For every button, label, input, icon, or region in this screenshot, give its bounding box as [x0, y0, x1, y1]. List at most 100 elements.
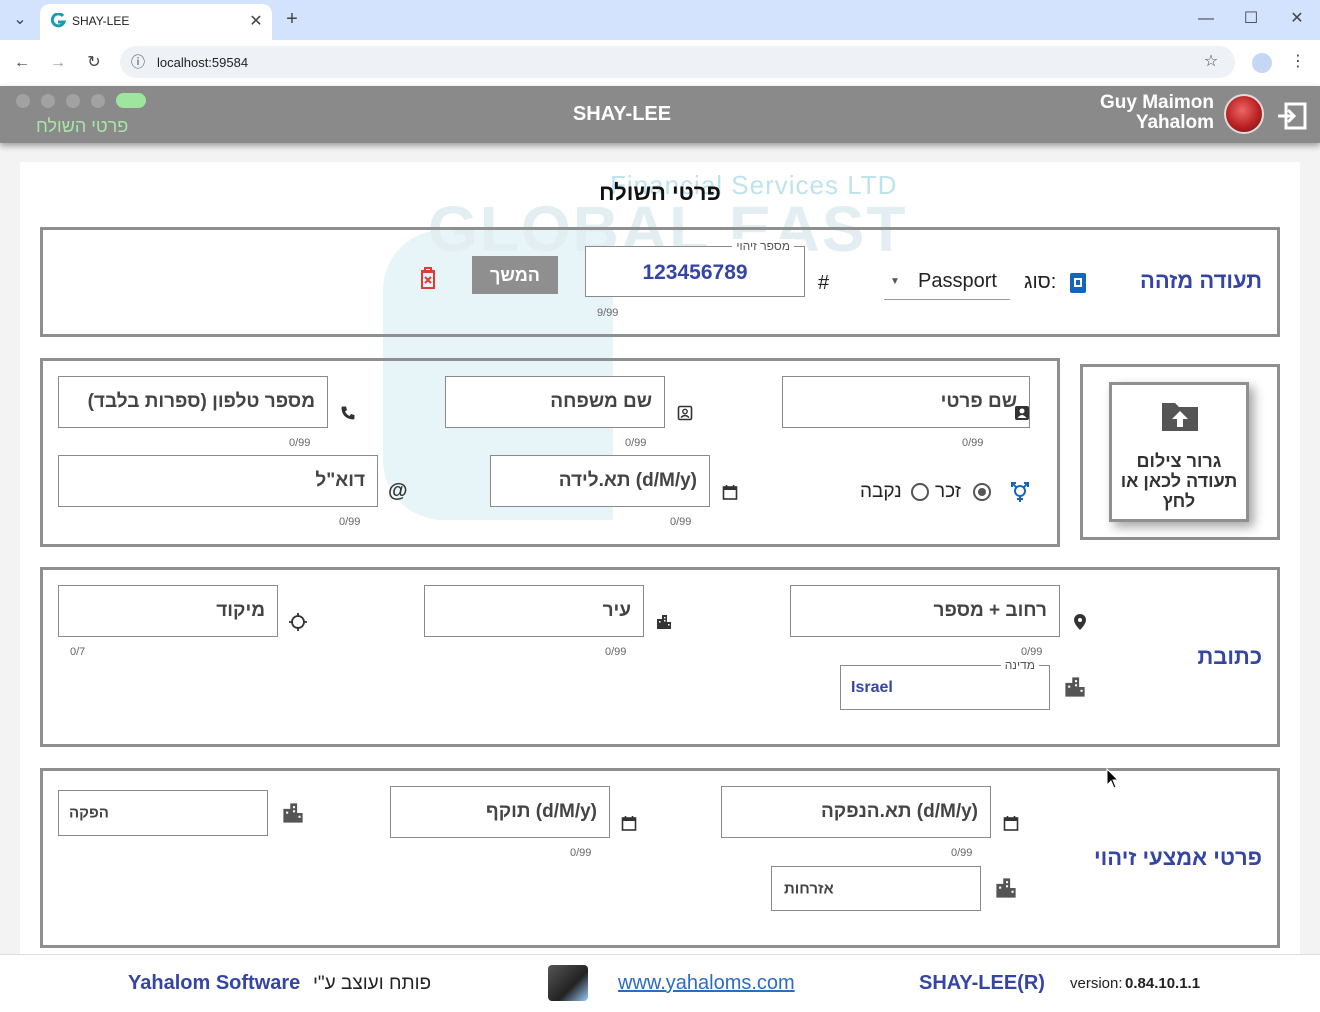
citizenship-field[interactable]: אזרחות [771, 866, 981, 911]
at-sign-icon: @ [388, 480, 408, 502]
logout-icon[interactable] [1276, 101, 1308, 131]
email-field[interactable]: דוא"ל [58, 455, 378, 507]
tab-search-icon[interactable]: ⌄ [10, 10, 30, 30]
male-radio[interactable] [973, 483, 991, 501]
bookmark-star-icon[interactable]: ☆ [1201, 52, 1221, 72]
city-field[interactable]: עיר [424, 585, 644, 637]
address-label: כתובת [1197, 644, 1262, 669]
street-placeholder: רחוב + מספר [933, 600, 1047, 621]
calendar-icon[interactable] [621, 815, 637, 831]
forward-icon[interactable]: → [48, 53, 68, 73]
website-link[interactable]: www.yahaloms.com [618, 972, 795, 995]
status-dot [66, 94, 80, 108]
user-last-name: Yahalom [1135, 112, 1214, 133]
country-field[interactable]: מדינה Israel [840, 658, 1050, 710]
version-label: version: [1070, 975, 1123, 992]
status-dot [91, 94, 105, 108]
menu-kebab-icon[interactable]: ⋮ [1288, 52, 1308, 72]
company-name: Yahalom Software [128, 972, 301, 994]
expiry-field[interactable]: תוקף (d/M/y) [390, 786, 610, 838]
country-legend: מדינה [1000, 658, 1039, 672]
url-text: localhost:59584 [157, 55, 249, 70]
status-dot [41, 94, 55, 108]
citizenship-placeholder: אזרחות [784, 880, 834, 897]
mouse-cursor-icon [1106, 768, 1120, 790]
product-name: SHAY-LEE(R) [919, 972, 1045, 994]
last-name-placeholder: שם משפחה [550, 391, 652, 412]
continue-button[interactable]: המשך [472, 256, 558, 294]
close-window-icon[interactable]: ✕ [1287, 9, 1307, 29]
id-number-value: 123456789 [642, 261, 748, 284]
chevron-down-icon: ▼ [890, 276, 900, 287]
app-title: SHAY-LEE [572, 103, 672, 125]
birthdate-counter: 0/99 [670, 516, 692, 528]
city-counter: 0/99 [605, 646, 627, 658]
zip-field[interactable]: מיקוד [58, 585, 278, 637]
user-first-name: Guy Maimon [1099, 92, 1214, 113]
issue-date-placeholder: תא.הנפקה (d/M/y) [820, 801, 978, 822]
first-name-placeholder: שם פרטי [940, 391, 1017, 412]
city-icon [656, 614, 672, 630]
id-number-counter: 9/99 [597, 307, 619, 319]
citizenship-city-icon [995, 877, 1017, 899]
calendar-icon[interactable] [1003, 815, 1019, 831]
favicon-icon [50, 12, 67, 29]
avatar[interactable] [1224, 94, 1264, 134]
street-field[interactable]: רחוב + מספר [790, 585, 1060, 637]
back-icon[interactable]: ← [12, 53, 32, 73]
footer: פותח ועוצב ע"י Yahalom Software www.yaha… [0, 954, 1320, 1012]
female-label: נקבה [860, 481, 902, 502]
country-city-icon [1064, 676, 1086, 698]
minimize-icon[interactable]: — [1196, 9, 1216, 29]
url-input[interactable]: ⓘ localhost:59584 ☆ [120, 46, 1235, 78]
phone-placeholder: מספר טלפון (ספרות בלבד) [87, 391, 315, 412]
city-placeholder: עיר [602, 600, 631, 621]
close-tab-icon[interactable]: ✕ [246, 12, 266, 32]
status-dot [16, 94, 30, 108]
new-tab-icon[interactable]: + [282, 9, 302, 29]
folder-upload-icon [1160, 397, 1200, 438]
birthdate-placeholder: תא.לידה (d/M/y) [558, 470, 697, 491]
last-name-field[interactable]: שם משפחה [445, 376, 665, 428]
email-placeholder: דוא"ל [315, 470, 365, 491]
calendar-icon[interactable] [722, 484, 738, 500]
crosshair-icon [289, 613, 307, 631]
id-type-select[interactable]: ▼ Passport [884, 266, 1010, 300]
issue-date-field[interactable]: תא.הנפקה (d/M/y) [721, 786, 991, 838]
issuer-field[interactable]: הפקה [58, 790, 268, 836]
id-means-label: פרטי אמצעי זיהוי [1093, 845, 1262, 870]
type-label: סוג: [1024, 271, 1057, 293]
first-name-field[interactable]: שם פרטי [782, 376, 1030, 428]
hash-icon: # [818, 272, 830, 294]
delete-icon[interactable] [418, 266, 438, 290]
female-radio[interactable] [911, 483, 929, 501]
id-number-legend: מספר זיהוי [732, 239, 794, 253]
profile-icon[interactable] [1252, 53, 1272, 73]
id-number-field[interactable]: מספר זיהוי 123456789 [585, 239, 805, 297]
zip-counter: 0/7 [70, 646, 86, 658]
status-pill [116, 93, 146, 108]
country-value: Israel [851, 678, 893, 696]
issue-date-counter: 0/99 [951, 847, 973, 859]
phone-field[interactable]: מספר טלפון (ספרות בלבד) [58, 376, 328, 428]
street-counter: 0/99 [1021, 646, 1043, 658]
male-label: זכר [935, 481, 961, 502]
location-pin-icon [1073, 613, 1087, 631]
issuer-city-icon [282, 802, 304, 824]
upload-dropzone[interactable]: גרור צילום תעודה לכאן או לחץ [1109, 382, 1249, 522]
last-name-counter: 0/99 [625, 437, 647, 449]
birthdate-field[interactable]: תא.לידה (d/M/y) [490, 455, 710, 507]
version-value: 0.84.10.1.1 [1125, 975, 1201, 992]
phone-icon [340, 405, 356, 421]
reload-icon[interactable]: ↻ [84, 53, 104, 73]
page-title: פרטי השולח [599, 180, 721, 205]
phone-counter: 0/99 [289, 437, 311, 449]
tab-title: SHAY-LEE [72, 14, 130, 28]
site-info-icon[interactable]: ⓘ [128, 52, 148, 72]
developed-by-text: פותח ועוצב ע"י [313, 973, 432, 994]
id-section-label: תעודה מזהה [1139, 268, 1262, 293]
maximize-icon[interactable]: ☐ [1241, 9, 1261, 29]
browser-tab[interactable]: SHAY-LEE ✕ [40, 4, 272, 40]
id-card-icon [1069, 272, 1087, 294]
zip-placeholder: מיקוד [216, 600, 265, 621]
